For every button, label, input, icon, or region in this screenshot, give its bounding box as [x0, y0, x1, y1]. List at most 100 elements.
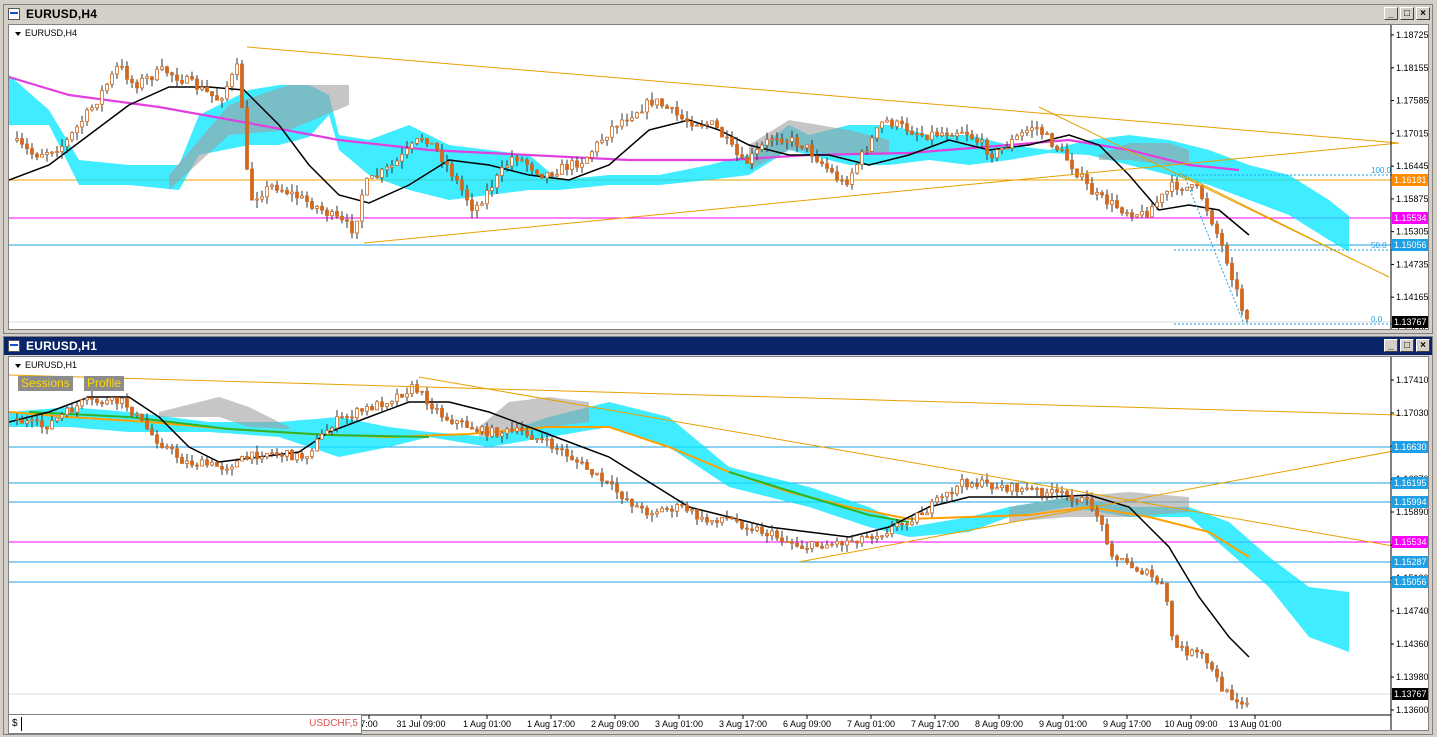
dropdown-triangle-icon[interactable]: [15, 363, 21, 368]
price-tag-label: 1.16630: [1394, 442, 1427, 452]
candle: [1170, 601, 1174, 637]
candle: [670, 508, 674, 512]
candle: [695, 509, 699, 520]
candle: [545, 438, 549, 441]
maximize-button[interactable]: □: [1400, 339, 1414, 352]
candle: [1100, 192, 1104, 196]
candle: [85, 109, 89, 122]
candle: [440, 408, 444, 418]
candle: [315, 438, 319, 452]
candle: [185, 76, 189, 84]
candle: [625, 498, 629, 501]
candle: [795, 137, 799, 147]
candle: [740, 520, 744, 529]
minimize-button[interactable]: _: [1384, 7, 1398, 20]
candle: [575, 459, 579, 463]
candle: [310, 201, 314, 209]
candle: [295, 453, 299, 461]
close-button[interactable]: ×: [1416, 7, 1430, 20]
candle: [610, 126, 614, 138]
title-bar-h1[interactable]: EURUSD,H1 _ □ ×: [4, 337, 1432, 355]
candle: [1140, 210, 1144, 216]
chart-area-h1[interactable]: EURUSD,H1 Sessions Profile 7:00 31 Jul 09…: [8, 356, 1429, 731]
price-axis-label: 1.14735: [1396, 259, 1429, 269]
candle: [805, 548, 809, 550]
candle: [585, 462, 589, 470]
candle: [435, 142, 439, 151]
candle: [225, 468, 229, 471]
candle: [370, 406, 374, 411]
candle: [145, 76, 149, 79]
minimize-button[interactable]: _: [1384, 339, 1398, 352]
candle: [535, 438, 539, 441]
candle: [485, 190, 489, 205]
candle: [585, 157, 589, 164]
candle: [885, 119, 889, 123]
candle: [105, 399, 109, 405]
candle: [590, 469, 594, 475]
candle: [335, 416, 339, 429]
price-chart-h4[interactable]: 100.0 50.0 0.0 1.18725 1.18155 1.17585 1.17015…: [9, 25, 1429, 330]
candle: [580, 461, 584, 464]
candle: [110, 73, 114, 85]
candle: [730, 136, 734, 145]
candle: [200, 86, 204, 90]
price-chart-h1[interactable]: 7:00 31 Jul 09:00 1 Aug 01:00 1 Aug 17:00 2 …: [9, 357, 1429, 731]
candle: [995, 487, 999, 490]
candle: [900, 523, 904, 525]
candle: [365, 177, 369, 196]
profile-button[interactable]: Profile: [84, 376, 125, 391]
candle: [1135, 214, 1139, 218]
candle: [280, 454, 284, 457]
price-axis-label: 1.13600: [1396, 705, 1429, 715]
title-bar-h4[interactable]: EURUSD,H4 _ □ ×: [4, 5, 1432, 23]
candle: [245, 107, 249, 170]
time-axis-label: 8 Aug 09:00: [975, 719, 1023, 729]
candle: [655, 98, 659, 106]
maximize-button[interactable]: □: [1400, 7, 1414, 20]
candle: [960, 479, 964, 487]
candle: [1245, 702, 1249, 705]
candle: [1160, 193, 1164, 203]
candle: [1070, 494, 1074, 502]
chart-tab-usdchf[interactable]: USDCHF,5: [309, 718, 358, 729]
candle: [510, 156, 514, 167]
candle: [1105, 523, 1109, 545]
chart-window-h1[interactable]: EURUSD,H1 _ □ × EURUSD,H1 Sessions Profi…: [3, 336, 1433, 735]
chart-tab-bar[interactable]: $ USDCHF,5: [8, 714, 362, 734]
time-axis-label: 2 Aug 09:00: [591, 719, 639, 729]
candle: [45, 426, 49, 430]
candle: [440, 149, 444, 163]
candle: [325, 209, 329, 217]
candle: [375, 401, 379, 411]
close-button[interactable]: ×: [1416, 339, 1430, 352]
chart-window-h4[interactable]: EURUSD,H4 _ □ × EURUSD,H4 100.0 50.0 0.0 1.…: [3, 4, 1433, 334]
candle: [205, 459, 209, 466]
candle: [935, 131, 939, 137]
price-axis-label: 1.15305: [1396, 227, 1429, 237]
candle: [305, 456, 309, 459]
candle: [310, 450, 314, 458]
candle: [660, 507, 664, 513]
dropdown-triangle-icon[interactable]: [15, 31, 21, 36]
chart-area-h4[interactable]: EURUSD,H4 100.0 50.0 0.0 1.18725 1.18155 1.17…: [8, 24, 1429, 330]
time-axis-label: 7 Aug 17:00: [911, 719, 959, 729]
candle: [345, 219, 349, 222]
candle: [270, 184, 274, 188]
candle: [850, 540, 854, 543]
candle: [570, 455, 574, 461]
candle: [775, 530, 779, 539]
candle: [540, 438, 544, 441]
candle: [1175, 181, 1179, 190]
sessions-button[interactable]: Sessions: [18, 376, 73, 391]
candle: [830, 167, 834, 173]
price-tag-label: 1.13767: [1394, 317, 1427, 327]
candle: [1165, 190, 1169, 195]
candle: [930, 501, 934, 514]
candle: [540, 173, 544, 179]
candle: [710, 520, 714, 523]
candle: [605, 136, 609, 141]
candle: [1115, 200, 1119, 209]
candle: [40, 154, 44, 158]
candle: [125, 397, 129, 408]
